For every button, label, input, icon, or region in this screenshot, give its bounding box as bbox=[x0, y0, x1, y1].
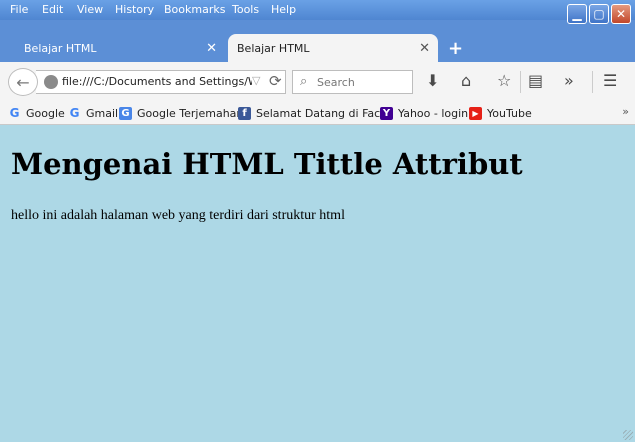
search-icon: ⌕ bbox=[300, 74, 308, 89]
menu-edit[interactable]: Edit bbox=[42, 3, 63, 16]
minimize-button[interactable]: ▁ bbox=[567, 4, 587, 24]
search-input[interactable]: ⌕ Search bbox=[292, 70, 413, 94]
browser-chrome: File Edit View History Bookmarks Tools H… bbox=[0, 0, 635, 125]
bookmark-label: Google bbox=[26, 106, 65, 120]
globe-icon bbox=[44, 75, 58, 89]
page-paragraph: hello ini adalah halaman web yang terdir… bbox=[11, 208, 345, 223]
bookmark-label: Google Terjemahan bbox=[137, 106, 244, 120]
tab-2[interactable]: Belajar HTML ✕ bbox=[228, 34, 438, 62]
bookmark-label: Gmail bbox=[86, 106, 119, 120]
bookmark-star-icon[interactable]: ☆ bbox=[497, 71, 511, 90]
bookmarks-bar: G Google G Gmail G Google Terjemahan f S… bbox=[0, 100, 635, 125]
maximize-button[interactable]: ▢ bbox=[589, 4, 609, 24]
tab-strip: Belajar HTML ✕ Belajar HTML ✕ bbox=[0, 30, 635, 62]
reload-icon[interactable]: ⟳ bbox=[269, 72, 282, 90]
dropdown-icon[interactable]: ▽ bbox=[252, 74, 260, 87]
back-arrow-icon: ← bbox=[16, 72, 30, 92]
menu-help[interactable]: Help bbox=[271, 3, 296, 16]
resize-grip[interactable] bbox=[623, 430, 633, 440]
bookmark-youtube[interactable]: ▶ YouTube bbox=[469, 105, 532, 121]
tab-close-icon[interactable]: ✕ bbox=[419, 41, 430, 56]
toolbar-divider bbox=[592, 71, 593, 93]
menu-bar: File Edit View History Bookmarks Tools H… bbox=[0, 0, 635, 20]
navigation-bar: file:///C:/Documents and Settings/Win ▽ … bbox=[0, 62, 635, 101]
bookmark-translate[interactable]: G Google Terjemahan bbox=[119, 105, 243, 121]
bookmark-label: Yahoo - login bbox=[398, 106, 469, 120]
bookmark-gmail[interactable]: G Gmail bbox=[68, 105, 119, 121]
menu-view[interactable]: View bbox=[77, 3, 103, 16]
translate-icon: G bbox=[119, 106, 132, 120]
youtube-icon: ▶ bbox=[469, 106, 482, 120]
menu-file[interactable]: File bbox=[10, 3, 28, 16]
back-button[interactable]: ← bbox=[8, 68, 38, 96]
close-window-button[interactable]: ✕ bbox=[611, 4, 631, 24]
close-icon: ✕ bbox=[615, 7, 627, 21]
menu-history[interactable]: History bbox=[115, 3, 154, 16]
toolbar-divider bbox=[520, 71, 521, 93]
url-bar[interactable]: file:///C:/Documents and Settings/Win ▽ … bbox=[36, 70, 286, 94]
tab-title: Belajar HTML bbox=[24, 41, 97, 55]
url-text[interactable]: file:///C:/Documents and Settings/Win bbox=[62, 75, 252, 88]
tab-title: Belajar HTML bbox=[237, 41, 310, 55]
search-placeholder: Search bbox=[317, 76, 355, 89]
bookmark-yahoo[interactable]: Y Yahoo - login bbox=[380, 105, 468, 121]
bookmark-facebook[interactable]: f Selamat Datang di Fac... bbox=[238, 105, 391, 121]
google-icon: G bbox=[9, 106, 20, 120]
bookmarks-overflow-icon[interactable]: » bbox=[622, 105, 629, 118]
menu-tools[interactable]: Tools bbox=[232, 3, 259, 16]
reading-list-icon[interactable]: ▤ bbox=[528, 71, 543, 90]
overflow-menu-icon[interactable]: » bbox=[564, 71, 574, 90]
download-icon[interactable]: ⬇ bbox=[426, 71, 439, 90]
hamburger-menu-icon[interactable]: ☰ bbox=[603, 71, 617, 90]
bookmark-google[interactable]: G Google bbox=[8, 105, 65, 121]
new-tab-icon[interactable]: + bbox=[448, 38, 463, 59]
minimize-icon: ▁ bbox=[572, 7, 582, 21]
facebook-icon: f bbox=[238, 106, 251, 120]
bookmark-label: Selamat Datang di Fac... bbox=[256, 106, 391, 120]
google-icon: G bbox=[69, 106, 80, 120]
page-heading: Mengenai HTML Tittle Attribut bbox=[11, 147, 523, 181]
yahoo-icon: Y bbox=[380, 106, 393, 120]
tab-1[interactable]: Belajar HTML ✕ bbox=[10, 34, 225, 62]
maximize-icon: ▢ bbox=[593, 7, 605, 21]
bookmark-label: YouTube bbox=[487, 106, 532, 120]
window-controls: ▁ ▢ ✕ bbox=[567, 4, 631, 25]
home-icon[interactable]: ⌂ bbox=[461, 71, 471, 90]
tab-close-icon[interactable]: ✕ bbox=[206, 41, 217, 56]
menu-bookmarks[interactable]: Bookmarks bbox=[164, 3, 225, 16]
